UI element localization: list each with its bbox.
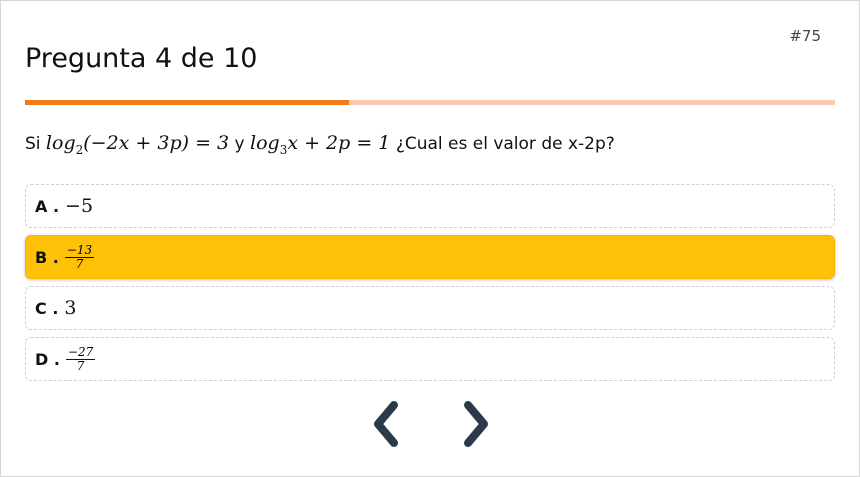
next-button[interactable] (458, 399, 494, 449)
page-title: Pregunta 4 de 10 (25, 43, 258, 74)
option-c[interactable]: C . 3 (25, 286, 835, 330)
question-number: #75 (789, 27, 821, 45)
option-fraction: −13 7 (64, 242, 95, 271)
fraction-numerator: −13 (64, 242, 95, 258)
quiz-card: #75 Pregunta 4 de 10 Si log2(−2x + 3p) =… (0, 0, 860, 477)
previous-button[interactable] (368, 399, 404, 449)
chevron-left-icon (374, 401, 398, 447)
question-text: Si log2(−2x + 3p) = 3 y log3x + 2p = 1 ¿… (25, 132, 615, 157)
equation-2: log3x + 2p = 1 (250, 132, 391, 157)
option-letter: D . (35, 349, 60, 369)
option-value: 3 (64, 297, 77, 319)
question-prefix: Si (25, 134, 41, 154)
equation-1: log2(−2x + 3p) = 3 (45, 132, 230, 157)
question-connector: y (234, 134, 245, 154)
fraction-denominator: 7 (76, 358, 85, 373)
chevron-right-icon (464, 401, 488, 447)
option-letter: A . (35, 196, 60, 216)
fraction-denominator: 7 (75, 256, 84, 271)
option-d[interactable]: D . −27 7 (25, 337, 835, 381)
progress-bar (25, 100, 835, 105)
option-letter: B . (35, 247, 59, 267)
progress-bar-fill (25, 100, 349, 105)
option-b[interactable]: B . −13 7 (25, 235, 835, 279)
option-value: −5 (65, 195, 94, 217)
option-letter: C . (35, 298, 59, 318)
fraction-numerator: −27 (65, 344, 96, 360)
option-a[interactable]: A . −5 (25, 184, 835, 228)
question-suffix: ¿Cual es el valor de x-2p? (395, 134, 615, 154)
option-fraction: −27 7 (65, 344, 96, 373)
navigation (1, 399, 860, 449)
answer-options: A . −5 B . −13 7 C . 3 D . −27 7 (25, 184, 835, 388)
